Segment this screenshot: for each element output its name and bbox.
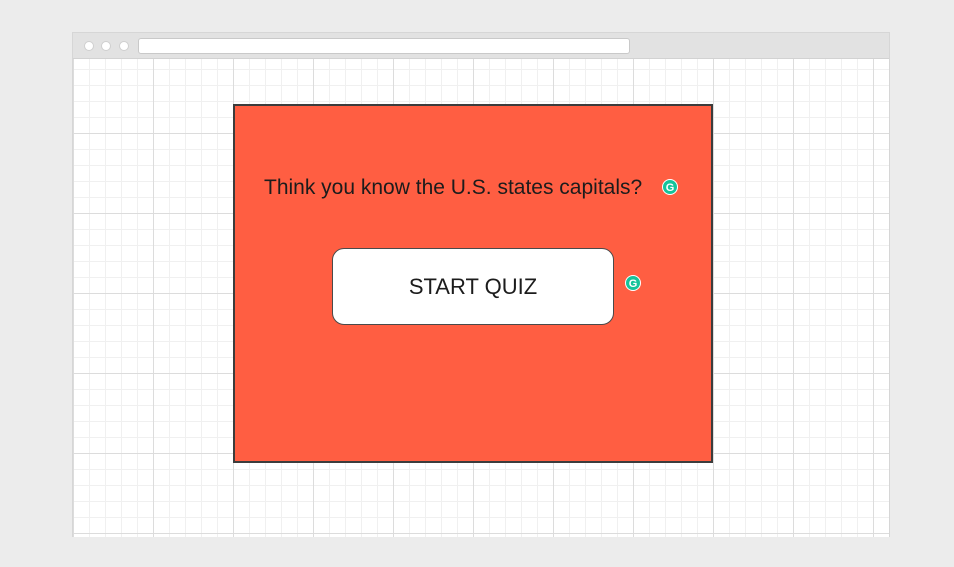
quiz-headline: Think you know the U.S. states capitals? [264,176,643,199]
page-canvas: Think you know the U.S. states capitals?… [73,59,889,537]
start-quiz-button[interactable]: START QUIZ [332,248,614,325]
window-maximize-dot[interactable] [119,41,129,51]
window-minimize-dot[interactable] [101,41,111,51]
browser-titlebar [73,33,889,59]
browser-window: Think you know the U.S. states capitals?… [72,32,890,537]
address-bar[interactable] [138,38,630,54]
grammarly-g-icon[interactable]: G [662,179,678,195]
grammarly-g-icon[interactable]: G [625,275,641,291]
quiz-card: Think you know the U.S. states capitals?… [233,104,713,463]
window-close-dot[interactable] [84,41,94,51]
